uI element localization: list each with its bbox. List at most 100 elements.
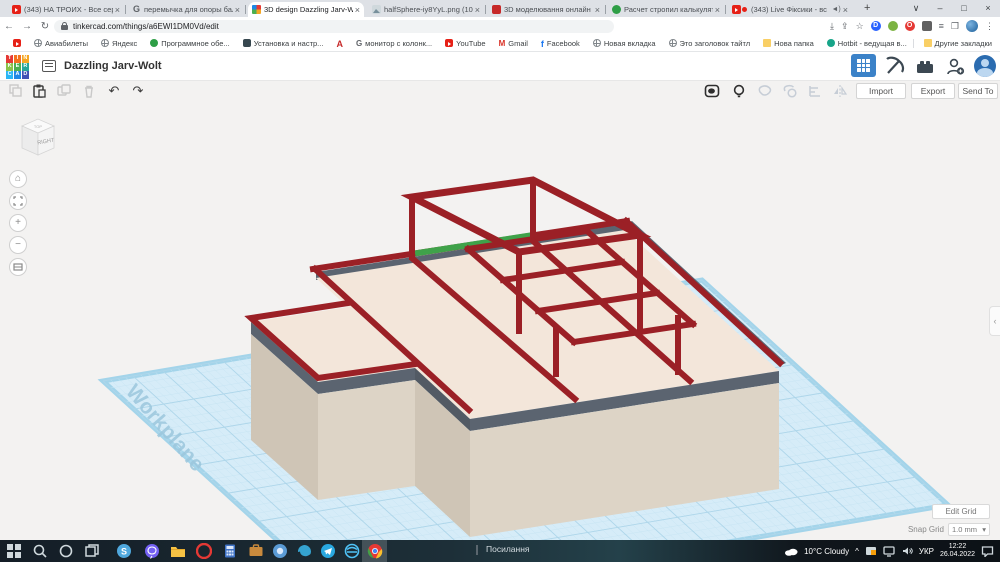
3d-viewport[interactable]: Workplane [0, 101, 1000, 540]
internet-explorer-icon[interactable] [344, 543, 360, 559]
tab-close-icon[interactable]: × [355, 5, 360, 15]
import-button[interactable]: Import [856, 83, 906, 99]
bookmark-item[interactable]: MGmail [499, 39, 528, 48]
bookmark-item[interactable]: Яндекс [101, 39, 137, 48]
bookmark-item[interactable] [13, 39, 21, 47]
bookmark-item[interactable]: Hotbit - ведущая в... [827, 39, 907, 48]
snap-grid-select[interactable]: 1.0 mm▾ [948, 523, 990, 536]
browser-tab-2[interactable]: G перемычка для опоры балки к × [128, 2, 244, 17]
duplicate-icon[interactable] [56, 83, 72, 99]
browser-tab-1[interactable]: (343) НА ТРОИХ - Все серии п × [8, 2, 124, 17]
brick-icon[interactable] [914, 56, 936, 76]
delete-icon[interactable] [81, 83, 97, 99]
other-bookmarks[interactable]: Другие закладки [913, 39, 992, 48]
lock-icon[interactable] [61, 22, 68, 30]
share-icon[interactable]: ⇪ [841, 21, 849, 32]
redo-button[interactable]: ↷ [130, 83, 146, 99]
shapes-panel-toggle[interactable]: ‹ [989, 306, 1000, 336]
scene-svg[interactable]: Workplane [0, 101, 1000, 540]
copy-icon[interactable] [8, 83, 24, 99]
bookmark-star-icon[interactable]: ☆ [856, 21, 864, 32]
bookmark-item[interactable]: Программное обе... [150, 39, 230, 48]
bookmark-item[interactable]: YouTube [445, 39, 485, 48]
android-extension-icon[interactable] [888, 21, 898, 31]
extensions-puzzle-icon[interactable] [922, 21, 932, 31]
browser-tab-active[interactable]: 3D design Dazzling Jarv-Wolt | T × [248, 2, 364, 17]
skype-business-icon[interactable] [272, 543, 288, 559]
bookmark-item[interactable]: Нова папка [763, 39, 814, 48]
action-center-icon[interactable] [981, 545, 994, 557]
tab-close-icon[interactable]: × [475, 5, 480, 15]
calculator-icon[interactable] [222, 543, 238, 559]
cortana-icon[interactable] [58, 543, 74, 559]
file-explorer-icon[interactable] [170, 543, 186, 559]
save-page-icon[interactable]: ⤓ [830, 21, 834, 32]
tray-chevron-icon[interactable]: ^ [855, 547, 859, 556]
blocks-editor-button[interactable] [851, 54, 876, 77]
browser-tab-5[interactable]: 3D моделювання онлайн × [488, 2, 604, 17]
volume-tray-icon[interactable] [901, 545, 913, 557]
fit-view-button[interactable] [9, 192, 27, 210]
align-icon[interactable] [807, 83, 823, 99]
bookmark-item[interactable]: Установка и настр... [243, 39, 324, 48]
tab-close-icon[interactable]: × [235, 5, 240, 15]
forward-button[interactable]: → [18, 21, 36, 32]
chrome-menu-icon[interactable]: ⋮ [985, 21, 994, 32]
links-toolbar-label[interactable]: Посилання [486, 544, 530, 554]
close-button[interactable]: × [976, 0, 1000, 16]
onedrive-tray-icon[interactable] [865, 545, 877, 557]
task-view-icon[interactable] [84, 543, 100, 559]
reload-button[interactable]: ↻ [36, 21, 54, 32]
perspective-toggle-button[interactable] [9, 258, 27, 276]
show-all-lightbulb-icon[interactable] [731, 83, 747, 99]
minecraft-pickaxe-icon[interactable] [884, 55, 906, 77]
bookmark-item[interactable]: fFacebook [541, 39, 580, 48]
edge-icon[interactable] [296, 543, 312, 559]
tab-close-icon[interactable]: × [843, 5, 848, 15]
home-view-button[interactable]: ⌂ [9, 170, 27, 188]
browser-tab-4[interactable]: halfSphere-iy8YyL.png (100×10 × [368, 2, 484, 17]
paste-icon[interactable] [31, 83, 47, 99]
tab-audio-icon[interactable]: ◄) [831, 6, 840, 13]
edit-grid-button[interactable]: Edit Grid [932, 504, 990, 519]
weather-text[interactable]: 10°C Cloudy [804, 547, 849, 556]
weather-cloud-icon[interactable] [784, 546, 798, 556]
reading-list-icon[interactable]: ≡ [939, 21, 944, 31]
ungroup-icon[interactable] [782, 83, 798, 99]
telegram-icon[interactable] [320, 543, 336, 559]
side-panel-icon[interactable]: ❐ [951, 21, 959, 32]
view-cube[interactable]: TOP RIGHT [14, 113, 62, 161]
mirror-icon[interactable] [832, 83, 848, 99]
design-properties-icon[interactable] [42, 60, 56, 72]
undo-button[interactable]: ↶ [106, 83, 122, 99]
tab-close-icon[interactable]: × [595, 5, 600, 15]
language-indicator[interactable]: УКР [919, 547, 934, 556]
opera-extension-icon[interactable]: O [905, 21, 915, 31]
bookmark-item[interactable]: Gмонитор с колонк... [356, 39, 432, 48]
back-button[interactable]: ← [0, 21, 18, 32]
extension-d-icon[interactable]: D [871, 21, 881, 31]
zoom-in-button[interactable]: + [9, 214, 27, 232]
zoom-out-button[interactable]: − [9, 236, 27, 254]
maximize-button[interactable]: □ [952, 0, 976, 16]
tinkercad-logo[interactable]: TINKERCAD [6, 55, 29, 78]
opera-icon[interactable] [196, 543, 212, 559]
bookmark-item[interactable]: Авиабилеты [34, 39, 88, 48]
url-input[interactable]: tinkercad.com/things/a6EWI1DM0Vd/edit [54, 20, 614, 33]
chrome-icon[interactable] [367, 543, 383, 559]
bookmark-item[interactable]: A [336, 39, 343, 47]
design-title[interactable]: Dazzling Jarv-Wolt [64, 60, 162, 72]
tab-close-icon[interactable]: × [715, 5, 720, 15]
browser-tab-6[interactable]: Расчет стропил калькулятор, р × [608, 2, 724, 17]
mail-app-icon[interactable] [248, 543, 264, 559]
browser-tab-7[interactable]: (343) Live Фіксики - вс ◄) × [728, 2, 852, 17]
send-to-button[interactable]: Send To [958, 83, 998, 99]
profile-avatar[interactable] [966, 20, 978, 32]
network-tray-icon[interactable] [883, 545, 895, 557]
hide-selected-icon[interactable] [704, 83, 720, 99]
export-button[interactable]: Export [911, 83, 955, 99]
bookmark-item[interactable]: Это заголовок тайтл [669, 39, 751, 48]
clock[interactable]: 12:22 26.04.2022 [940, 543, 975, 559]
bookmark-item[interactable]: Новая вкладка [593, 39, 656, 48]
search-icon[interactable] [32, 543, 48, 559]
